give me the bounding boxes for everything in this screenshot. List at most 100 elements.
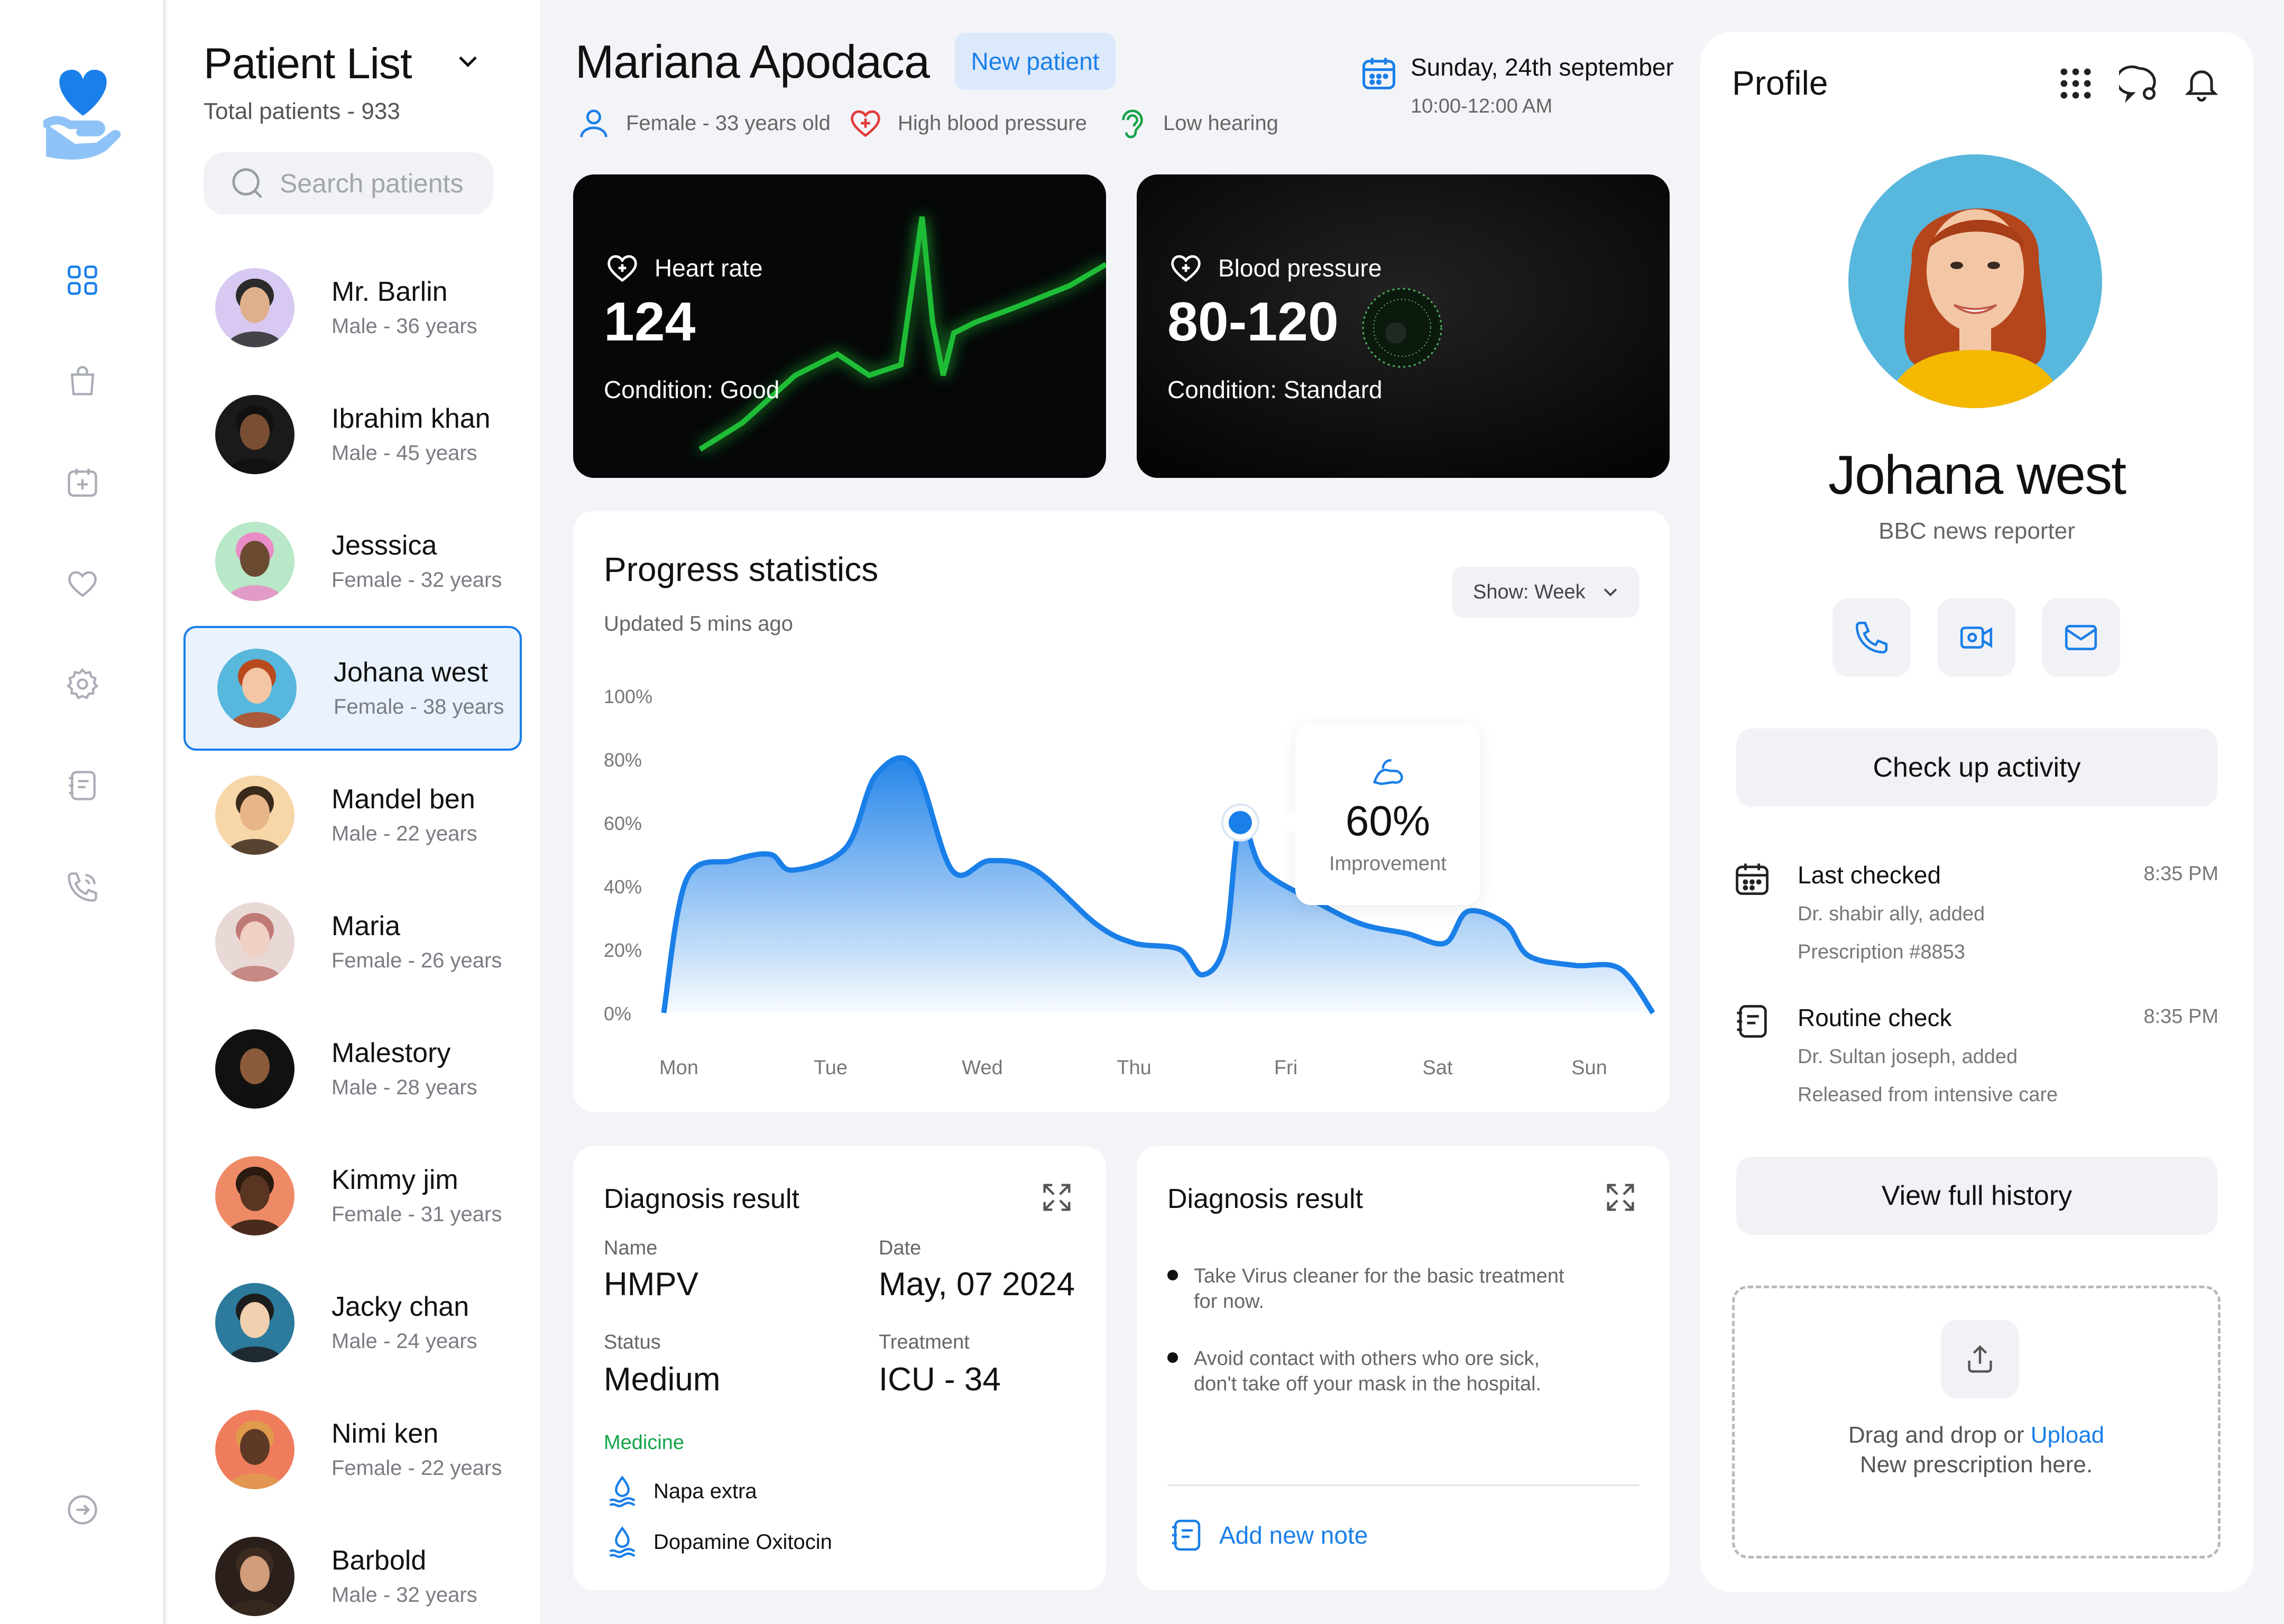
patient-name: Kimmy jim bbox=[331, 1165, 458, 1195]
avatar bbox=[215, 1156, 294, 1235]
patient-info: Mandel ben Male - 22 years bbox=[331, 781, 477, 850]
profile-name: Johana west bbox=[1828, 445, 2126, 506]
bell-icon[interactable] bbox=[2181, 63, 2222, 104]
heart-hand-logo-icon[interactable] bbox=[43, 66, 123, 166]
phone-icon bbox=[68, 872, 97, 902]
nav-notes[interactable] bbox=[63, 767, 102, 805]
patient-name: Nimi ken bbox=[331, 1418, 439, 1449]
patient-list-item[interactable]: Mr. Barlin Male - 36 years bbox=[183, 245, 522, 370]
nav-calls[interactable] bbox=[63, 868, 102, 906]
patient-list-item[interactable]: Maria Female - 26 years bbox=[183, 880, 522, 1004]
heart-rate-card[interactable]: Heart rate 124 Condition: Good bbox=[573, 174, 1106, 478]
patient-list-item[interactable]: Barbold Male - 32 years bbox=[183, 1514, 522, 1624]
diagnosis-name-value: HMPV bbox=[604, 1266, 699, 1303]
progress-statistics-card: 100% 80% 60% 40% 20% 0% Mon Tue Wed Thu Fri Sat Sun 6… bbox=[573, 511, 1670, 1112]
upload-button[interactable] bbox=[1941, 1320, 2019, 1398]
chat-icon[interactable] bbox=[2119, 63, 2159, 104]
activity-detail: Dr. shabir ally, added bbox=[1798, 903, 1985, 925]
new-patient-badge[interactable]: New patient bbox=[955, 33, 1116, 90]
call-button[interactable] bbox=[1832, 598, 1911, 677]
patient-list-item[interactable]: Johana west Female - 38 years bbox=[183, 626, 522, 751]
patient-list-item[interactable]: Mandel ben Male - 22 years bbox=[183, 753, 522, 878]
tooltip-value: 60% bbox=[1346, 797, 1430, 844]
grid-icon bbox=[68, 265, 97, 295]
video-call-button[interactable] bbox=[1937, 598, 2015, 677]
prescription-dropzone[interactable]: Drag and drop or Upload New prescription… bbox=[1732, 1286, 2221, 1558]
patient-meta: Male - 24 years bbox=[331, 1330, 477, 1353]
chevron-down-icon[interactable] bbox=[452, 45, 484, 77]
add-new-note-label: Add new note bbox=[1219, 1521, 1368, 1549]
heart-icon bbox=[68, 571, 97, 597]
total-patients: Total patients - 933 bbox=[204, 98, 400, 124]
upload-instructions: Drag and drop or Upload New prescription… bbox=[1735, 1420, 2218, 1480]
diagnosis-title: Diagnosis result bbox=[604, 1184, 799, 1214]
tag-label: Low hearing bbox=[1163, 111, 1278, 135]
view-full-history-button[interactable]: View full history bbox=[1736, 1157, 2217, 1235]
activity-item[interactable]: Last checked 8:35 PM Dr. shabir ally, ad… bbox=[1732, 859, 2218, 964]
activity-item[interactable]: Routine check 8:35 PM Dr. Sultan joseph,… bbox=[1732, 1001, 2218, 1107]
highlight-point[interactable] bbox=[1228, 811, 1252, 834]
blood-pressure-label: Blood pressure bbox=[1167, 250, 1382, 287]
notes-icon bbox=[1172, 1519, 1201, 1551]
x-tick-label: Tue bbox=[814, 1057, 848, 1079]
patient-list-item[interactable]: Jacky chan Male - 24 years bbox=[183, 1260, 522, 1385]
diagnosis-note-item: Avoid contact with others who ore sick, … bbox=[1167, 1346, 1580, 1397]
nav-bag[interactable] bbox=[63, 362, 102, 400]
notes-icon bbox=[1737, 1005, 1767, 1038]
show-period-value: Show: Week bbox=[1473, 580, 1586, 603]
x-tick-label: Mon bbox=[659, 1057, 698, 1079]
activity-detail: Prescription #8853 bbox=[1798, 941, 1965, 963]
search-box[interactable] bbox=[204, 152, 493, 215]
patient-list-item[interactable]: Ibrahim khan Male - 45 years bbox=[183, 372, 522, 497]
heart-plus-icon bbox=[1171, 255, 1201, 282]
nav-dashboard[interactable] bbox=[63, 261, 102, 299]
patient-meta: Female - 38 years bbox=[334, 695, 504, 718]
avatar bbox=[217, 649, 297, 728]
patient-meta: Female - 26 years bbox=[331, 949, 502, 972]
add-new-note-button[interactable]: Add new note bbox=[1167, 1516, 1368, 1554]
blood-pressure-card[interactable]: Blood pressure 80-120 Condition: Standar… bbox=[1137, 174, 1670, 478]
nav-settings[interactable] bbox=[63, 665, 102, 703]
y-tick-label: 40% bbox=[604, 876, 642, 898]
patient-info: Nimi ken Female - 22 years bbox=[331, 1415, 502, 1484]
patient-info: Malestory Male - 28 years bbox=[331, 1035, 477, 1103]
show-period-select[interactable]: Show: Week bbox=[1452, 567, 1639, 617]
diagnosis-name-label: Name bbox=[604, 1237, 658, 1259]
expand-icon[interactable] bbox=[1602, 1179, 1639, 1216]
patient-meta: Male - 45 years bbox=[331, 441, 477, 465]
nav-appointments[interactable] bbox=[63, 463, 102, 501]
diagnosis-status-label: Status bbox=[604, 1331, 661, 1353]
email-button[interactable] bbox=[2042, 598, 2120, 677]
patient-list-item[interactable]: Nimi ken Female - 22 years bbox=[183, 1387, 522, 1512]
avatar bbox=[215, 268, 294, 347]
appointment-date: Sunday, 24th september bbox=[1411, 53, 1674, 81]
logout-icon bbox=[68, 1495, 97, 1525]
vital-label: Blood pressure bbox=[1218, 254, 1382, 282]
y-tick-label: 80% bbox=[604, 749, 642, 771]
patient-list-item[interactable]: Kimmy jim Female - 31 years bbox=[183, 1133, 522, 1258]
tag-condition: High blood pressure bbox=[847, 105, 1087, 142]
profile-portrait bbox=[1848, 154, 2102, 408]
medicine-name: Dopamine Oxitocin bbox=[653, 1530, 832, 1554]
patient-meta: Female - 22 years bbox=[331, 1456, 502, 1480]
progress-area bbox=[664, 758, 1653, 1013]
patient-list-item[interactable]: Malestory Male - 28 years bbox=[183, 1007, 522, 1131]
y-tick-label: 20% bbox=[604, 939, 642, 961]
avatar bbox=[215, 776, 294, 855]
search-input[interactable] bbox=[280, 168, 481, 199]
patient-meta: Female - 31 years bbox=[331, 1203, 502, 1226]
avatar bbox=[215, 1029, 294, 1109]
expand-icon[interactable] bbox=[1038, 1179, 1075, 1216]
diagnosis-date-value: May, 07 2024 bbox=[879, 1266, 1075, 1303]
apps-grid-icon[interactable] bbox=[2056, 63, 2096, 104]
pill-drop-icon bbox=[609, 1526, 636, 1558]
nav-favorites[interactable] bbox=[63, 565, 102, 603]
check-up-activity-button[interactable]: Check up activity bbox=[1736, 728, 2217, 807]
logout-button[interactable] bbox=[63, 1491, 102, 1529]
patient-list-item[interactable]: Jesssica Female - 32 years bbox=[183, 499, 522, 624]
activity-detail: Dr. Sultan joseph, added bbox=[1798, 1046, 2018, 1068]
x-tick-label: Fri bbox=[1274, 1057, 1297, 1079]
avatar bbox=[215, 1537, 294, 1616]
upload-link[interactable]: Upload bbox=[2031, 1422, 2104, 1448]
tag-label: Female - 33 years old bbox=[626, 111, 831, 135]
